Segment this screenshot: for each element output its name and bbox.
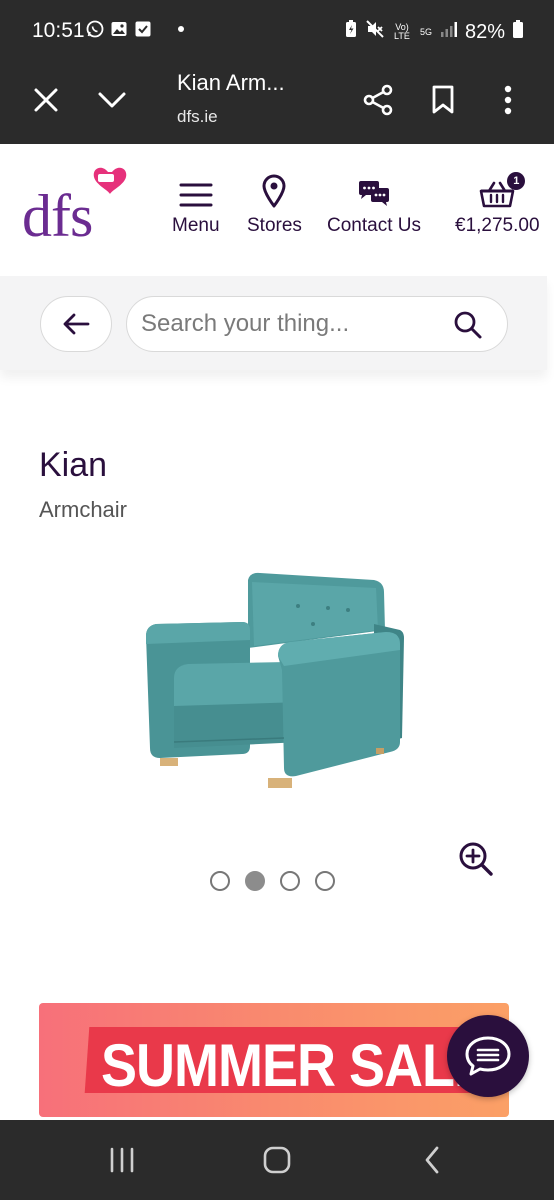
- volte-icon: Vo) LTE: [394, 22, 410, 41]
- search-button[interactable]: [453, 310, 483, 340]
- minimize-button[interactable]: [90, 78, 134, 122]
- mute-icon: [365, 19, 385, 45]
- back-chevron-icon: [425, 1146, 439, 1174]
- page-title: Kian Arm...: [177, 70, 285, 95]
- summer-sale-banner[interactable]: SUMMER SALE: [39, 1003, 509, 1117]
- page-url[interactable]: dfs.ie: [177, 107, 218, 127]
- nav-menu[interactable]: Menu: [172, 174, 220, 237]
- gallery-dot[interactable]: [245, 871, 265, 891]
- battery-percent: 82%: [464, 20, 505, 43]
- basket-total: €1,275.00: [455, 215, 540, 236]
- close-icon: [34, 88, 58, 112]
- chat-bubbles-icon: [358, 181, 389, 206]
- nav-stores-label: Stores: [247, 215, 302, 236]
- bookmark-button[interactable]: [421, 78, 465, 122]
- status-right-icons: Vo) LTE 5G 82%: [344, 19, 524, 45]
- nav-contact-us[interactable]: Contact Us: [327, 174, 421, 237]
- search-box[interactable]: [126, 296, 508, 352]
- android-navigation-bar: [0, 1120, 554, 1200]
- chat-icon: [465, 1036, 511, 1076]
- search-icon: [454, 311, 482, 339]
- dfs-logo[interactable]: dfs: [22, 166, 134, 249]
- product-name: Kian: [39, 446, 108, 484]
- site-header: dfs Menu Stores Contact Us 1 €1,275.00: [0, 144, 554, 276]
- status-time: 10:51: [32, 19, 85, 42]
- nav-stores[interactable]: Stores: [247, 174, 302, 237]
- zoom-in-icon: [459, 842, 493, 876]
- nav-basket[interactable]: 1 €1,275.00: [455, 172, 540, 237]
- home-icon: [263, 1146, 291, 1174]
- svg-text:dfs: dfs: [22, 183, 92, 246]
- checkbox-icon: [134, 20, 152, 38]
- basket-count-badge: 1: [507, 172, 526, 190]
- recent-apps-icon: [110, 1147, 134, 1173]
- arrow-left-icon: [63, 313, 90, 335]
- share-icon: [363, 84, 393, 116]
- close-tab-button[interactable]: [24, 78, 68, 122]
- browser-toolbar: Kian Arm... dfs.ie: [0, 64, 554, 144]
- gallery-dot[interactable]: [280, 871, 300, 891]
- back-button[interactable]: [40, 296, 112, 352]
- hamburger-icon: [179, 183, 213, 207]
- search-band: [0, 276, 547, 370]
- gallery-pagination: [210, 871, 335, 891]
- gallery-dot[interactable]: [210, 871, 230, 891]
- chevron-down-icon: [98, 92, 126, 108]
- zoom-button[interactable]: [457, 840, 495, 878]
- product-type: Armchair: [39, 497, 128, 522]
- 5g-icon: 5G: [419, 26, 432, 37]
- status-bar: 10:51 Vo) LTE 5G 82%: [0, 0, 554, 64]
- battery-icon: [512, 19, 524, 45]
- more-options-button[interactable]: [486, 78, 530, 122]
- share-button[interactable]: [356, 78, 400, 122]
- recent-apps-button[interactable]: [102, 1142, 142, 1178]
- product-image[interactable]: [138, 566, 410, 794]
- live-chat-button[interactable]: [447, 1015, 529, 1097]
- status-left-icons: [86, 20, 190, 38]
- nav-menu-label: Menu: [172, 215, 220, 236]
- sale-text: SUMMER SALE: [101, 1032, 490, 1100]
- more-icon: [504, 85, 512, 115]
- dot-icon: [172, 20, 190, 38]
- search-input[interactable]: [141, 297, 441, 351]
- bookmark-icon: [432, 85, 454, 114]
- signal-icon: [440, 20, 458, 44]
- nav-contact-label: Contact Us: [327, 215, 421, 236]
- whatsapp-icon: [86, 20, 104, 38]
- home-button[interactable]: [257, 1142, 297, 1178]
- battery-saver-icon: [344, 19, 358, 45]
- gallery-icon: [110, 20, 128, 38]
- gallery-dot[interactable]: [315, 871, 335, 891]
- back-nav-button[interactable]: [412, 1142, 452, 1178]
- location-pin-icon: [262, 174, 286, 208]
